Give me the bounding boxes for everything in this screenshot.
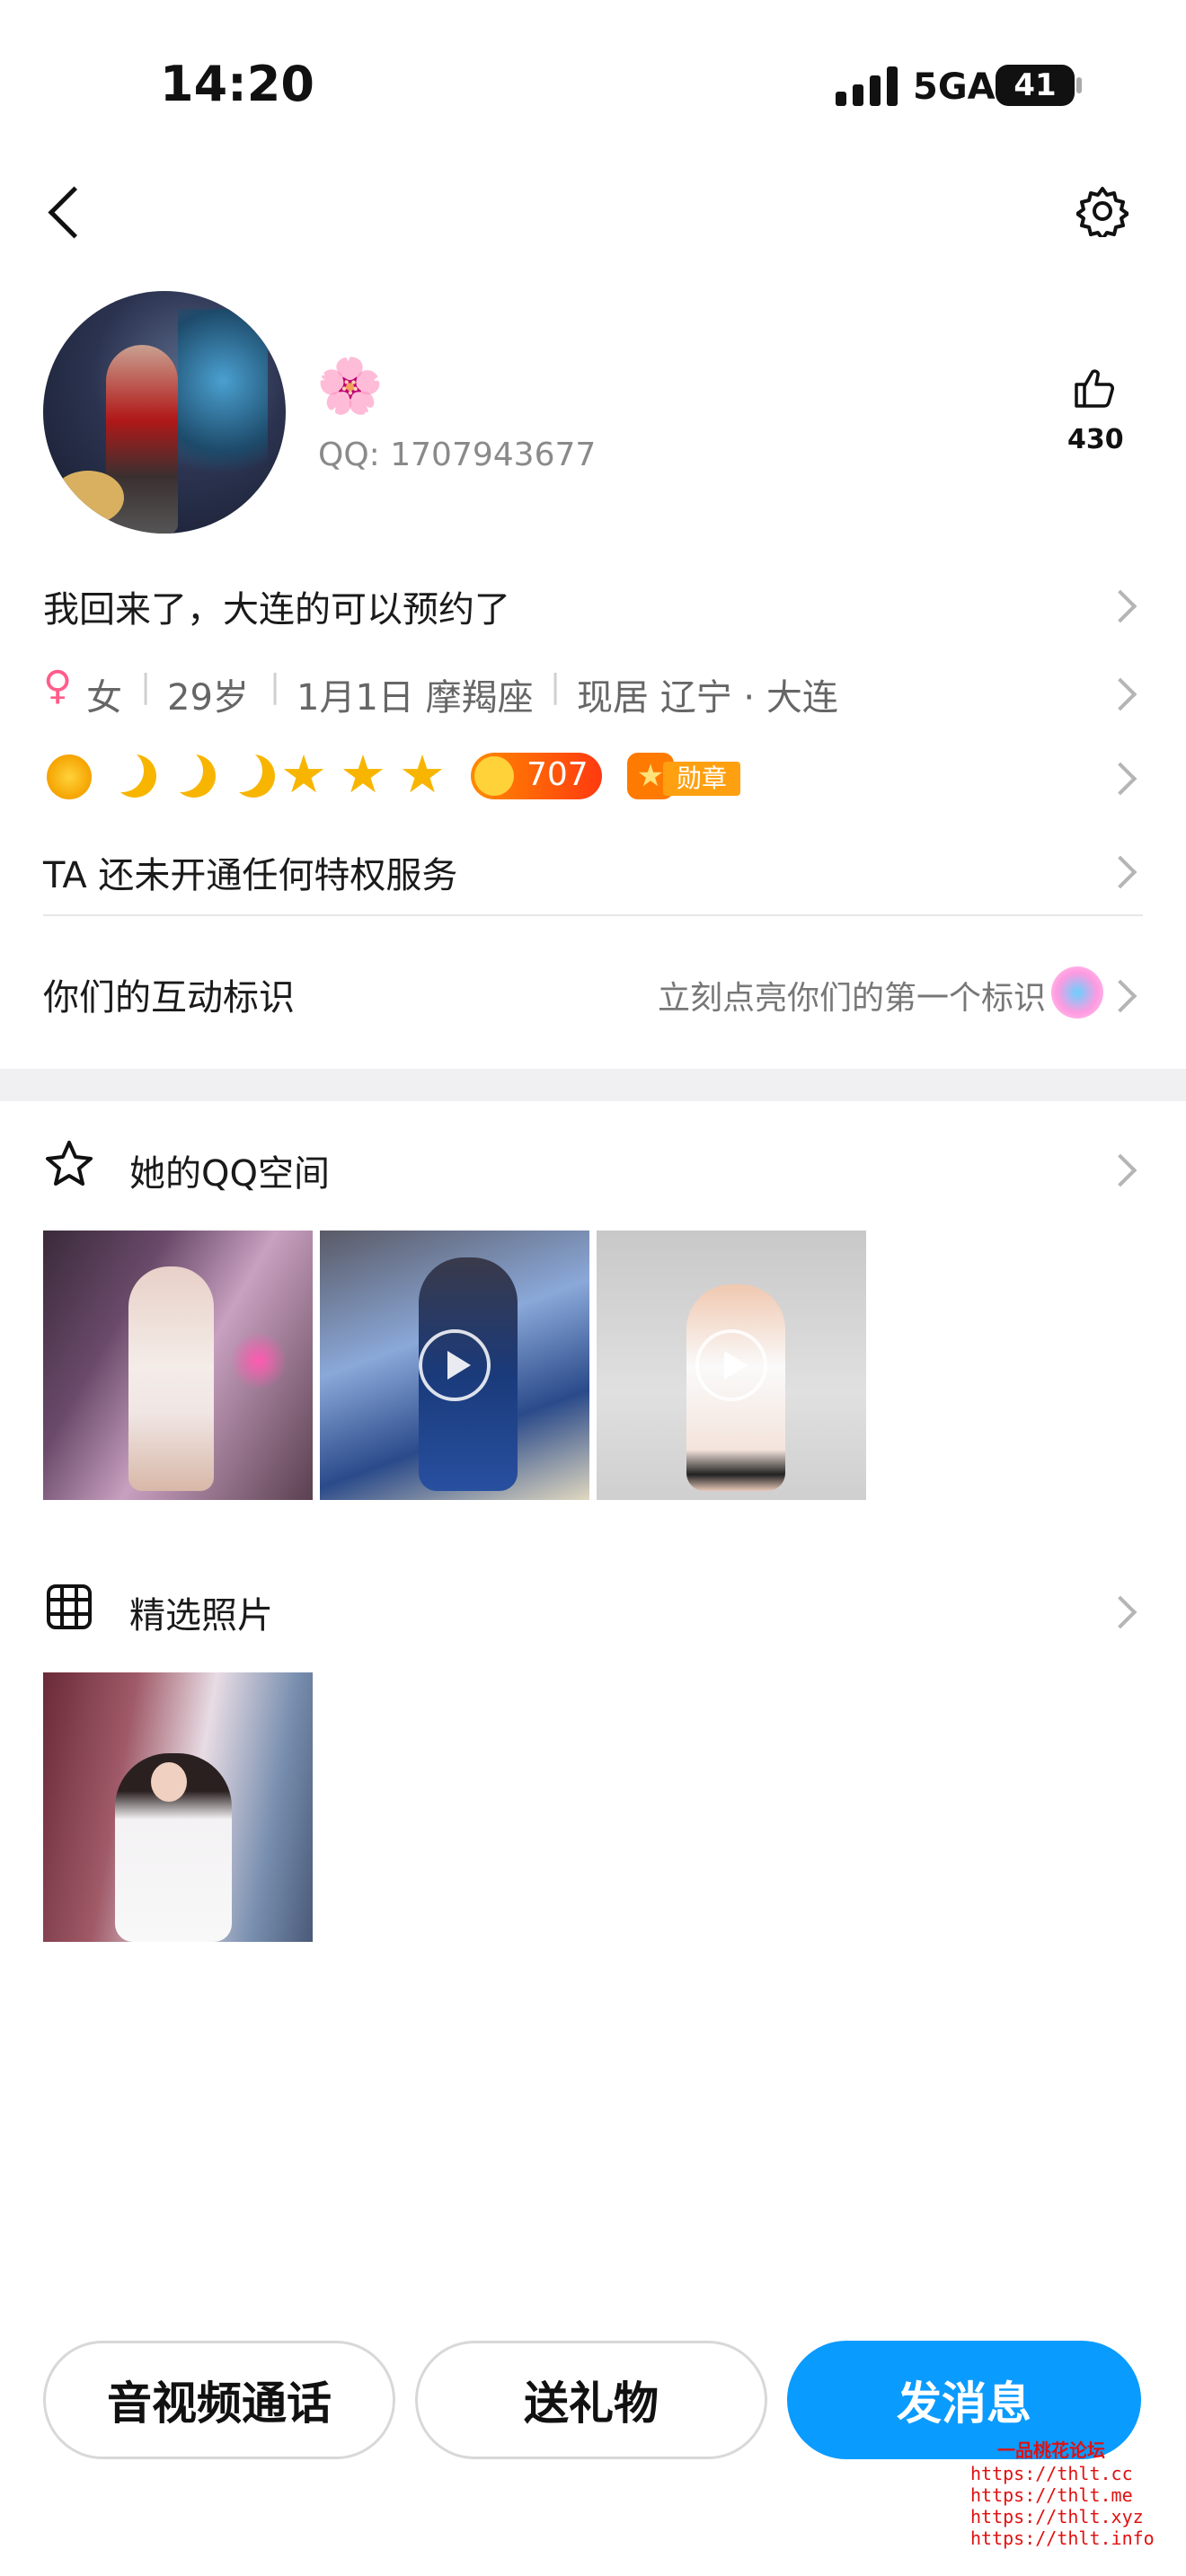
star-icon: ★ bbox=[399, 744, 446, 805]
female-icon: ♀ bbox=[43, 663, 73, 709]
back-icon[interactable] bbox=[48, 186, 101, 239]
gift-button[interactable]: 送礼物 bbox=[415, 2341, 767, 2459]
call-button[interactable]: 音视频通话 bbox=[43, 2341, 395, 2459]
privilege-text: TA 还未开通任何特权服务 bbox=[43, 855, 458, 896]
network-label: 5GA bbox=[913, 66, 996, 108]
moon-icon bbox=[173, 754, 216, 798]
status-time: 14:20 bbox=[160, 56, 314, 112]
interaction-label: 你们的互动标识 bbox=[43, 977, 295, 1019]
score-value: 707 bbox=[527, 756, 589, 793]
star-icon: ★ bbox=[340, 744, 386, 805]
play-icon[interactable] bbox=[695, 1329, 767, 1401]
play-icon[interactable] bbox=[419, 1329, 491, 1401]
nickname-emoji: 🌸 bbox=[316, 355, 384, 418]
info-row[interactable]: ♀ 女 | 29岁 | 1月1日 摩羯座 | 现居 辽宁 · 大连 bbox=[0, 659, 1186, 724]
avatar[interactable] bbox=[43, 291, 286, 534]
birthday-text: 1月1日 摩羯座 bbox=[296, 677, 534, 719]
qzone-header[interactable]: 她的QQ空间 bbox=[0, 1134, 1186, 1202]
flower-icon bbox=[1051, 966, 1103, 1019]
location-text: 现居 辽宁 · 大连 bbox=[577, 677, 838, 719]
battery-icon: 41 bbox=[996, 65, 1075, 106]
status-bar: 14:20 5GA 41 bbox=[0, 0, 1186, 162]
battery-tip bbox=[1076, 77, 1082, 93]
bio-text: 我回来了，大连的可以预约了 bbox=[43, 589, 510, 631]
chevron-right-icon bbox=[1103, 1595, 1137, 1629]
watermark-title: 一品桃花论坛 bbox=[997, 2439, 1105, 2461]
section-gap bbox=[0, 1069, 1186, 1101]
qzone-video[interactable] bbox=[597, 1231, 866, 1500]
divider: | bbox=[140, 668, 152, 705]
qq-number[interactable]: QQ: 1707943677 bbox=[318, 437, 596, 473]
divider: | bbox=[270, 668, 281, 705]
like-count: 430 bbox=[1067, 424, 1124, 455]
moon-icon bbox=[232, 754, 275, 798]
chevron-right-icon bbox=[1103, 677, 1137, 711]
avatar-gold bbox=[52, 471, 124, 525]
photo-face bbox=[151, 1762, 187, 1802]
battery-level: 41 bbox=[1013, 67, 1057, 103]
interaction-hint: 立刻点亮你们的第一个标识 bbox=[658, 980, 1047, 1017]
grid-icon bbox=[47, 1584, 92, 1629]
divider: | bbox=[550, 668, 562, 705]
chevron-right-icon bbox=[1103, 855, 1137, 889]
star-icon: ★ bbox=[280, 744, 327, 805]
qzone-video[interactable] bbox=[320, 1231, 589, 1500]
signal-icon bbox=[836, 66, 898, 106]
watermark: 一品桃花论坛 https://thlt.cc https://thlt.me h… bbox=[970, 2438, 1155, 2549]
sun-icon bbox=[47, 754, 92, 799]
qzone-photo[interactable] bbox=[43, 1231, 313, 1500]
divider-line bbox=[43, 914, 1143, 916]
flame-icon bbox=[474, 756, 514, 796]
age-text: 29岁 bbox=[167, 677, 249, 719]
medal-label: 勋章 bbox=[663, 762, 740, 796]
gender-text: 女 bbox=[86, 677, 122, 719]
photo-figure bbox=[128, 1266, 214, 1491]
qzone-title: 她的QQ空间 bbox=[129, 1153, 330, 1195]
watermark-url: https://thlt.info bbox=[970, 2527, 1155, 2549]
score-badge: 707 bbox=[471, 753, 602, 799]
photos-header[interactable]: 精选照片 bbox=[0, 1575, 1186, 1644]
watermark-url: https://thlt.cc bbox=[970, 2463, 1133, 2484]
qzone-star-icon bbox=[43, 1139, 95, 1191]
interaction-row[interactable]: 你们的互动标识 立刻点亮你们的第一个标识 bbox=[0, 957, 1186, 1029]
chevron-right-icon bbox=[1103, 762, 1137, 796]
watermark-url: https://thlt.me bbox=[970, 2484, 1133, 2506]
bio-row[interactable]: 我回来了，大连的可以预约了 bbox=[0, 571, 1186, 636]
featured-photo[interactable] bbox=[43, 1672, 313, 1942]
chevron-right-icon bbox=[1103, 589, 1137, 623]
watermark-url: https://thlt.xyz bbox=[970, 2506, 1144, 2527]
medal-badge: ★ 勋章 bbox=[627, 753, 742, 799]
moon-icon bbox=[113, 754, 156, 798]
chevron-right-icon bbox=[1103, 979, 1137, 1013]
photos-title: 精选照片 bbox=[129, 1595, 273, 1636]
level-row[interactable]: ★ ★ ★ 707 ★ 勋章 bbox=[0, 737, 1186, 817]
chevron-right-icon bbox=[1103, 1153, 1137, 1187]
like-icon[interactable] bbox=[1073, 366, 1116, 410]
gear-icon[interactable] bbox=[1075, 185, 1129, 241]
avatar-tree bbox=[178, 309, 268, 489]
photo-light bbox=[232, 1329, 286, 1392]
privilege-row[interactable]: TA 还未开通任何特权服务 bbox=[0, 837, 1186, 902]
